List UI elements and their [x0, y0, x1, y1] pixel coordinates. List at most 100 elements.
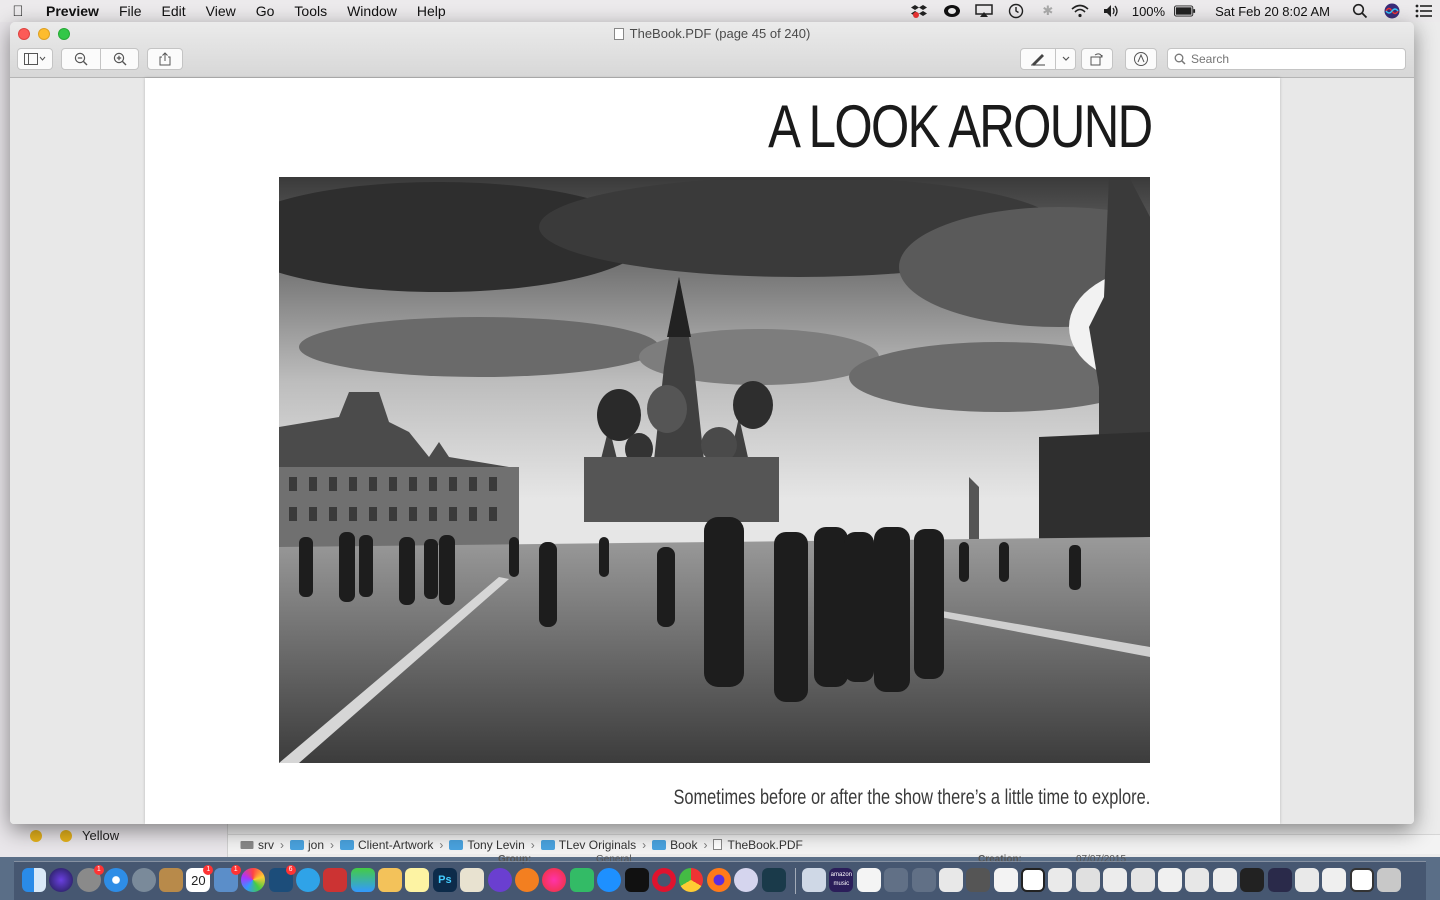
- calendar-icon[interactable]: 20 1: [186, 865, 214, 892]
- minimized-window-13[interactable]: [1267, 868, 1292, 892]
- document-stack-icon[interactable]: [856, 868, 881, 892]
- launchpad-icon[interactable]: [131, 868, 156, 892]
- minimized-window-7[interactable]: [1103, 868, 1128, 892]
- sidebar-toggle-button[interactable]: [17, 48, 53, 70]
- creative-cloud-icon[interactable]: [941, 3, 963, 19]
- path-item-jon[interactable]: jon: [290, 838, 324, 852]
- path-item-thebook-pdf[interactable]: TheBook.PDF: [713, 838, 803, 852]
- minimized-window-14[interactable]: [1294, 868, 1319, 892]
- menu-edit[interactable]: Edit: [152, 0, 196, 22]
- page-title: A LOOK AROUND: [767, 93, 1153, 160]
- preview-icon[interactable]: 1: [213, 865, 241, 892]
- window-title: TheBook.PDF (page 45 of 240): [10, 26, 1414, 41]
- firefox-icon[interactable]: [706, 868, 731, 892]
- path-item-book[interactable]: Book: [652, 838, 697, 852]
- notification-center-icon[interactable]: [1413, 3, 1435, 19]
- chrome-icon[interactable]: [679, 868, 704, 892]
- minimized-window-16[interactable]: [1349, 868, 1374, 892]
- terminal-icon[interactable]: [624, 868, 649, 892]
- minimized-window-12[interactable]: [1240, 868, 1265, 892]
- minimized-window-9[interactable]: [1158, 868, 1183, 892]
- minimized-window-4[interactable]: [1021, 868, 1046, 892]
- dock-apps: 1 20 1 1 6 Ps amazon music: [22, 865, 1405, 894]
- document-icon: [613, 28, 624, 40]
- airplay-icon[interactable]: [973, 3, 995, 19]
- window-titlebar: TheBook.PDF (page 45 of 240): [10, 22, 1414, 78]
- document-viewer[interactable]: A LOOK AROUND Sometimes before or after …: [10, 78, 1414, 824]
- siri-icon[interactable]: [1381, 3, 1403, 19]
- system-preferences-icon[interactable]: 1: [76, 865, 104, 892]
- minimized-window-1[interactable]: [938, 868, 963, 892]
- scanner-icon[interactable]: [801, 868, 826, 892]
- folder-icon: [290, 839, 304, 850]
- pen-options-button[interactable]: [1055, 49, 1075, 69]
- menubar-clock[interactable]: Sat Feb 20 8:02 AM: [1211, 4, 1334, 19]
- dock-separator: [794, 868, 796, 894]
- minimized-window-10[interactable]: [1185, 868, 1210, 892]
- amazon-music-icon[interactable]: amazon music: [829, 868, 854, 892]
- menu-view[interactable]: View: [196, 0, 246, 22]
- apple-menu-icon[interactable]: : [0, 3, 36, 20]
- photo-image: [279, 177, 1150, 763]
- books-icon[interactable]: [515, 868, 540, 892]
- wifi-icon[interactable]: [1069, 3, 1091, 19]
- path-item-srv[interactable]: srv: [240, 838, 274, 852]
- finder-icon[interactable]: [22, 868, 46, 892]
- time-machine-icon[interactable]: [1005, 3, 1027, 19]
- music-icon[interactable]: [542, 868, 567, 892]
- app-store-icon[interactable]: [597, 868, 622, 892]
- volume-icon[interactable]: [1101, 3, 1123, 19]
- minimized-window-6[interactable]: [1075, 868, 1100, 892]
- share-button[interactable]: [147, 48, 183, 70]
- menu-app-name[interactable]: Preview: [36, 0, 109, 22]
- minimized-window-2[interactable]: [966, 868, 991, 892]
- numbers-icon[interactable]: [350, 868, 375, 892]
- help-icon-2[interactable]: [911, 868, 936, 892]
- xcode-icon[interactable]: 6: [268, 865, 296, 892]
- screenflow-icon[interactable]: [761, 868, 786, 892]
- minimized-window-11[interactable]: [1212, 868, 1237, 892]
- menu-help[interactable]: Help: [407, 0, 456, 22]
- menu-file[interactable]: File: [109, 0, 152, 22]
- pen-button[interactable]: [1021, 49, 1055, 69]
- siri-dock-icon[interactable]: [49, 868, 74, 892]
- battery-icon[interactable]: [1174, 3, 1196, 19]
- imovie-icon[interactable]: [487, 868, 512, 892]
- search-field[interactable]: [1167, 48, 1406, 70]
- markup-toolbar-button[interactable]: [1125, 48, 1157, 70]
- ftp-client-icon[interactable]: [569, 868, 594, 892]
- zoom-out-button[interactable]: [62, 49, 100, 69]
- minimized-window-3[interactable]: [993, 868, 1018, 892]
- menu-tools[interactable]: Tools: [284, 0, 337, 22]
- sidebar-tag-yellow[interactable]: Yellow: [60, 828, 119, 843]
- photo-booth-icon[interactable]: [323, 868, 348, 892]
- pages-icon[interactable]: [378, 868, 403, 892]
- path-item-tony-levin[interactable]: Tony Levin: [449, 838, 525, 852]
- menu-window[interactable]: Window: [337, 0, 407, 22]
- opera-icon[interactable]: [651, 868, 676, 892]
- contacts-icon[interactable]: [158, 868, 183, 892]
- bbedit-icon[interactable]: [734, 868, 759, 892]
- safari-icon[interactable]: [104, 868, 129, 892]
- photos-icon[interactable]: [241, 868, 266, 892]
- zoom-in-button[interactable]: [100, 49, 138, 69]
- search-input[interactable]: [1191, 52, 1391, 66]
- battery-percent[interactable]: 100%: [1128, 4, 1169, 19]
- notes-icon[interactable]: [405, 868, 430, 892]
- dropbox-icon[interactable]: [909, 3, 931, 19]
- help-icon[interactable]: [884, 868, 909, 892]
- minimized-window-5[interactable]: [1048, 868, 1073, 892]
- messages-icon[interactable]: [295, 868, 320, 892]
- trash-icon[interactable]: [1377, 868, 1402, 892]
- minimized-window-15[interactable]: [1322, 868, 1347, 892]
- bluetooth-icon[interactable]: ✱: [1037, 3, 1059, 19]
- textedit-icon[interactable]: [460, 868, 485, 892]
- zoom-in-icon: [113, 52, 126, 66]
- spotlight-icon[interactable]: [1349, 3, 1371, 19]
- path-item-tlev-originals[interactable]: TLev Originals: [540, 838, 636, 852]
- minimized-window-8[interactable]: [1130, 868, 1155, 892]
- photoshop-icon[interactable]: Ps: [432, 868, 457, 892]
- menu-go[interactable]: Go: [246, 0, 285, 22]
- rotate-button[interactable]: [1081, 48, 1113, 70]
- path-item-client-artwork[interactable]: Client-Artwork: [340, 838, 433, 852]
